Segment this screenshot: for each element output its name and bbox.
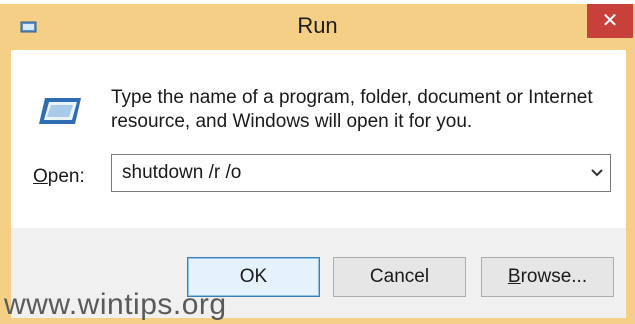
browse-label-rest: rowse... xyxy=(520,266,588,287)
browse-button[interactable]: Browse... xyxy=(481,257,614,297)
browse-mnemonic: B xyxy=(507,266,521,287)
description-line-2: resource, and Windows will open it for y… xyxy=(111,111,473,132)
window-title: Run xyxy=(297,13,338,38)
dialog-client-area: Type the name of a program, folder, docu… xyxy=(11,50,626,318)
run-dialog: Run ✕ Type the name of a program, folder… xyxy=(0,4,635,324)
title-bar[interactable]: Run ✕ xyxy=(0,4,635,48)
close-button[interactable]: ✕ xyxy=(587,4,633,38)
open-label: Open: xyxy=(33,166,85,188)
open-label-mnemonic: O xyxy=(33,166,48,187)
open-label-rest: pen: xyxy=(47,166,85,187)
run-app-icon xyxy=(39,98,81,124)
open-input[interactable]: shutdown /r /o xyxy=(122,162,241,184)
chevron-down-icon[interactable] xyxy=(590,168,604,178)
cancel-button[interactable]: Cancel xyxy=(333,257,466,297)
dialog-description: Type the name of a program, folder, docu… xyxy=(111,86,611,134)
close-icon: ✕ xyxy=(601,10,619,32)
open-combobox[interactable]: shutdown /r /o xyxy=(111,154,611,192)
watermark-text: www.wintips.org xyxy=(4,288,227,321)
description-line-1: Type the name of a program, folder, docu… xyxy=(111,87,593,108)
